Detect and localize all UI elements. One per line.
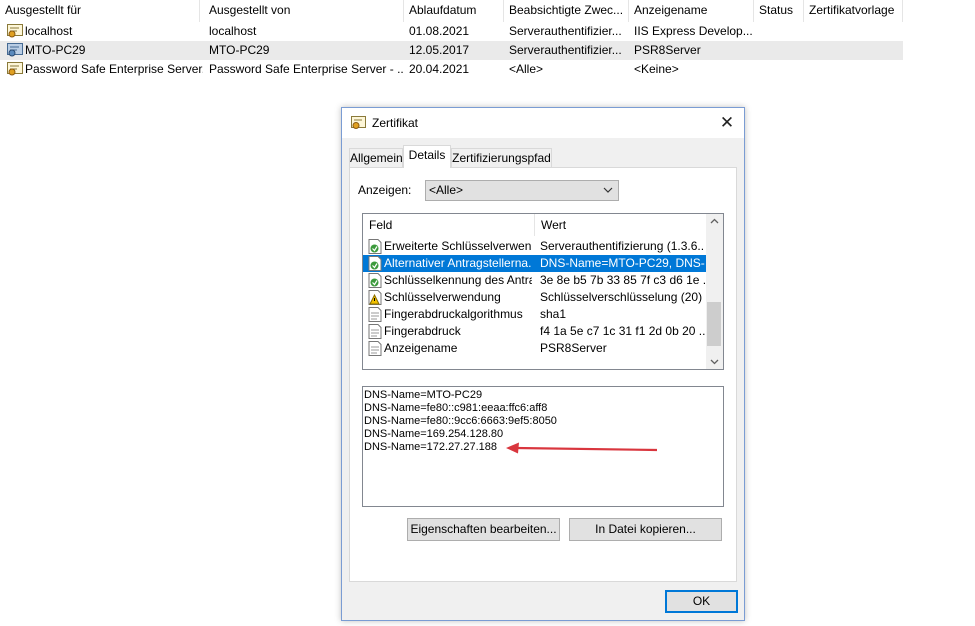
cell-issued-to: MTO-PC29 bbox=[25, 43, 86, 57]
chevron-down-icon bbox=[603, 187, 613, 193]
cert-row[interactable]: Password Safe Enterprise Server... Passw… bbox=[0, 60, 903, 79]
cell-purpose: Serverauthentifizier... bbox=[509, 24, 622, 38]
ok-button[interactable]: OK bbox=[665, 590, 738, 613]
cell-friendly-name: <Keine> bbox=[634, 62, 679, 76]
certificate-icon bbox=[7, 43, 23, 57]
close-button[interactable]: ✕ bbox=[710, 108, 744, 138]
field-value: 3e 8e b5 7b 33 85 7f c3 d6 1e ... bbox=[540, 273, 705, 287]
tab-certification-path[interactable]: Zertifizierungspfad bbox=[451, 148, 552, 168]
tab-general[interactable]: Allgemein bbox=[349, 148, 403, 168]
column-header-issued-by[interactable]: Ausgestellt von bbox=[204, 0, 404, 22]
field-name: Anzeigename bbox=[384, 341, 458, 355]
value-line: DNS-Name=169.254.128.80 bbox=[364, 428, 504, 440]
cert-row[interactable]: MTO-PC29 MTO-PC29 12.05.2017 Serverauthe… bbox=[0, 41, 903, 60]
column-header-value[interactable]: Wert bbox=[535, 214, 706, 236]
cell-issued-to: Password Safe Enterprise Server... bbox=[25, 62, 203, 76]
field-value: Serverauthentifizierung (1.3.6.... bbox=[540, 239, 705, 253]
warning-extension-icon bbox=[368, 290, 382, 305]
field-name: Schlüsselkennung des Antra... bbox=[384, 273, 532, 287]
cell-expires: 12.05.2017 bbox=[409, 43, 470, 57]
certificate-dialog: Zertifikat ✕ Allgemein Details Zertifizi… bbox=[341, 107, 745, 621]
field-name: Alternativer Antragstellerna... bbox=[384, 256, 532, 270]
cell-expires: 01.08.2021 bbox=[409, 24, 470, 38]
field-row[interactable]: Alternativer Antragstellerna... DNS-Name… bbox=[363, 255, 706, 272]
scrollbar-thumb[interactable] bbox=[707, 302, 721, 346]
show-dropdown-value: <Alle> bbox=[429, 183, 464, 197]
field-row[interactable]: Fingerabdruck f4 1a 5e c7 1c 31 f1 2d 0b… bbox=[363, 323, 706, 340]
column-header-purposes[interactable]: Beabsichtigte Zwec... bbox=[504, 0, 629, 22]
field-row[interactable]: Schlüsselverwendung Schlüsselverschlüsse… bbox=[363, 289, 706, 306]
property-icon bbox=[368, 341, 382, 356]
copy-to-file-button[interactable]: In Datei kopieren... bbox=[569, 518, 722, 541]
field-row[interactable]: Erweiterte Schlüsselverwen... Serverauth… bbox=[363, 238, 706, 255]
show-dropdown[interactable]: <Alle> bbox=[425, 180, 619, 201]
field-name: Schlüsselverwendung bbox=[384, 290, 501, 304]
field-name: Erweiterte Schlüsselverwen... bbox=[384, 239, 532, 253]
field-value: f4 1a 5e c7 1c 31 f1 2d 0b 20 ... bbox=[540, 324, 705, 338]
cert-row[interactable]: localhost localhost 01.08.2021 Serveraut… bbox=[0, 22, 903, 41]
dialog-title: Zertifikat bbox=[372, 116, 419, 130]
edit-properties-button[interactable]: Eigenschaften bearbeiten... bbox=[407, 518, 560, 541]
cell-issued-by: Password Safe Enterprise Server - ... bbox=[209, 62, 404, 76]
field-value: Schlüsselverschlüsselung (20) bbox=[540, 290, 703, 304]
fields-scrollbar[interactable] bbox=[706, 214, 723, 369]
cell-friendly-name: IIS Express Develop... bbox=[634, 24, 753, 38]
sort-indicator-icon: ^ bbox=[98, 0, 103, 5]
extension-icon bbox=[368, 239, 382, 254]
value-line: DNS-Name=MTO-PC29 bbox=[364, 389, 483, 401]
tab-details[interactable]: Details bbox=[403, 145, 451, 168]
value-line: DNS-Name=fe80::9cc6:6663:9ef5:8050 bbox=[364, 415, 557, 427]
cell-purpose: <Alle> bbox=[509, 62, 544, 76]
property-icon bbox=[368, 307, 382, 322]
certificate-icon bbox=[351, 116, 366, 129]
property-icon bbox=[368, 324, 382, 339]
certificate-icon bbox=[7, 62, 23, 76]
cell-expires: 20.04.2021 bbox=[409, 62, 470, 76]
scroll-down-icon[interactable] bbox=[710, 359, 719, 365]
cert-list-header: Ausgestellt für ^ Ausgestellt von Ablauf… bbox=[0, 0, 903, 22]
cell-issued-by: localhost bbox=[209, 24, 257, 38]
column-header-expiration[interactable]: Ablaufdatum bbox=[404, 0, 504, 22]
value-line: DNS-Name=fe80::c981:eeaa:ffc6:aff8 bbox=[364, 402, 548, 414]
certificate-icon bbox=[7, 24, 23, 38]
scroll-up-icon[interactable] bbox=[710, 218, 719, 224]
extension-icon bbox=[368, 273, 382, 288]
extension-icon bbox=[368, 256, 382, 271]
column-header-friendly-name[interactable]: Anzeigename bbox=[629, 0, 754, 22]
field-value: sha1 bbox=[540, 307, 567, 321]
column-header-status[interactable]: Status bbox=[754, 0, 804, 22]
dialog-titlebar[interactable]: Zertifikat ✕ bbox=[342, 108, 744, 138]
fields-list[interactable]: Feld Wert Erweiterte Schlüsselverwen... … bbox=[362, 213, 724, 370]
field-row[interactable]: Anzeigename PSR8Server bbox=[363, 340, 706, 357]
field-name: Fingerabdruckalgorithmus bbox=[384, 307, 523, 321]
field-name: Fingerabdruck bbox=[384, 324, 461, 338]
cell-purpose: Serverauthentifizier... bbox=[509, 43, 622, 57]
column-header-template[interactable]: Zertifikatvorlage bbox=[804, 0, 903, 22]
show-label: Anzeigen: bbox=[358, 183, 412, 197]
column-header-field[interactable]: Feld bbox=[363, 214, 535, 236]
cell-issued-by: MTO-PC29 bbox=[209, 43, 270, 57]
cell-friendly-name: PSR8Server bbox=[634, 43, 701, 57]
field-row[interactable]: Fingerabdruckalgorithmus sha1 bbox=[363, 306, 706, 323]
annotation-arrow-icon bbox=[506, 442, 658, 454]
field-row[interactable]: Schlüsselkennung des Antra... 3e 8e b5 7… bbox=[363, 272, 706, 289]
field-value: PSR8Server bbox=[540, 341, 607, 355]
cell-issued-to: localhost bbox=[25, 24, 73, 38]
field-value: DNS-Name=MTO-PC29, DNS-... bbox=[540, 256, 705, 270]
